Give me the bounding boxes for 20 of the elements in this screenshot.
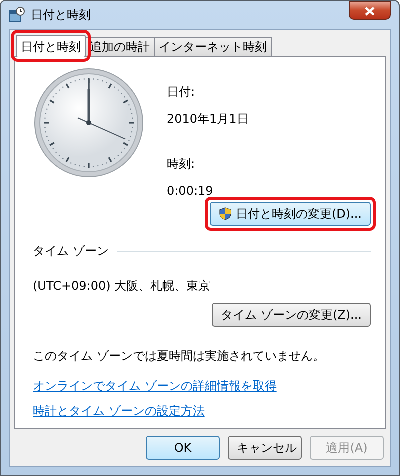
help-link[interactable]: オンラインでタイム ゾーンの詳細情報を取得 [33, 377, 277, 395]
dst-note: このタイム ゾーンでは夏時間は実施されていません。 [33, 348, 326, 365]
window-title: 日付と時刻 [31, 7, 91, 24]
close-icon [365, 6, 375, 16]
time-value: 0:00:19 [167, 183, 214, 200]
close-button[interactable] [349, 1, 391, 20]
time-label: 時刻: [167, 156, 196, 173]
help-link[interactable]: 時計とタイム ゾーンの設定方法 [33, 402, 205, 420]
change-timezone-button[interactable]: タイム ゾーンの変更(Z)... [212, 303, 371, 327]
section-heading: タイム ゾーン [33, 243, 109, 260]
dialog-button[interactable]: OK [146, 436, 220, 460]
shield-icon [218, 207, 232, 221]
timezone-value: (UTC+09:00) 大阪、札幌、東京 [33, 278, 212, 295]
dialog-button[interactable]: キャンセル [228, 436, 302, 460]
date-value: 2010年1月1日 [167, 111, 249, 128]
calendar-clock-icon [9, 7, 25, 23]
change-date-time-button[interactable]: 日付と時刻の変更(D)... [210, 202, 371, 226]
tab[interactable]: 追加の時計 [85, 37, 155, 56]
tab[interactable]: インターネット時刻 [154, 37, 272, 56]
date-label: 日付: [167, 84, 196, 101]
